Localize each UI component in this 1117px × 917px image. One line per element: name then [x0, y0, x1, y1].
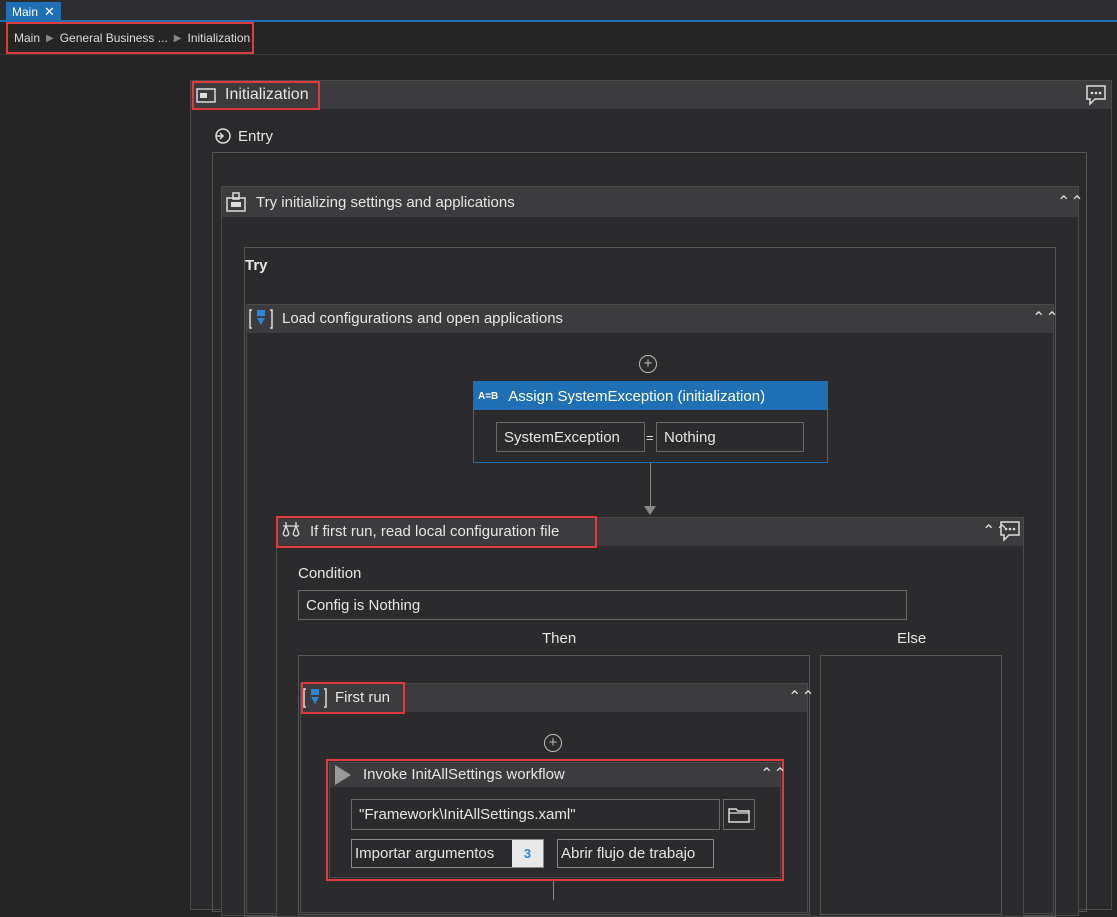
- assign-value-field[interactable]: Nothing: [656, 422, 804, 452]
- assign-value-text: Nothing: [664, 428, 716, 446]
- assign-to-field[interactable]: SystemException: [496, 422, 645, 452]
- condition-value: Config is Nothing: [306, 596, 421, 614]
- comment-icon[interactable]: [1085, 84, 1107, 106]
- connector-line: [553, 881, 554, 900]
- browse-button[interactable]: [723, 799, 755, 830]
- open-workflow-label: Abrir flujo de trabajo: [561, 845, 696, 862]
- arrow-down-icon: [644, 506, 656, 515]
- state-title[interactable]: Initialization: [225, 86, 309, 104]
- assign-icon: A=B: [478, 390, 499, 402]
- first-run-title[interactable]: First run: [335, 689, 390, 706]
- comment-icon[interactable]: [999, 520, 1021, 542]
- assign-header: A=B Assign SystemException (initializati…: [474, 382, 827, 410]
- add-activity-icon[interactable]: +: [544, 734, 562, 752]
- add-activity-icon[interactable]: +: [639, 355, 657, 373]
- collapse-icon[interactable]: ⌃⌃: [788, 687, 815, 707]
- try-label: Try: [245, 257, 268, 274]
- entry-icon: [215, 128, 231, 144]
- state-icon: [196, 88, 216, 103]
- breadcrumb: Main ▶ General Business ... ▶ Initializa…: [6, 22, 254, 54]
- folder-icon: [728, 807, 750, 823]
- else-branch[interactable]: [820, 655, 1002, 915]
- workflow-path-value: "Framework\InitAllSettings.xaml": [359, 806, 576, 823]
- sequence-title[interactable]: Load configurations and open application…: [282, 310, 563, 327]
- condition-input[interactable]: Config is Nothing: [298, 590, 907, 620]
- import-arguments-label: Importar argumentos: [355, 845, 495, 862]
- argument-count-badge: 3: [512, 840, 543, 867]
- sequence-icon: [303, 688, 327, 708]
- play-icon: [335, 765, 351, 785]
- then-label: Then: [542, 630, 577, 647]
- workflow-path-input[interactable]: "Framework\InitAllSettings.xaml": [351, 799, 720, 830]
- invoke-title[interactable]: Invoke InitAllSettings workflow: [363, 766, 565, 783]
- connector-line: [650, 463, 651, 508]
- entry-label: Entry: [238, 128, 274, 145]
- collapse-icon[interactable]: ⌃⌃: [1057, 192, 1084, 212]
- if-icon: [282, 522, 300, 537]
- tab-main-label: Main: [12, 5, 39, 19]
- divider: [0, 54, 1117, 55]
- breadcrumb-item-main[interactable]: Main: [14, 31, 40, 45]
- breadcrumb-item-general-business[interactable]: General Business ...: [60, 31, 168, 45]
- else-label: Else: [897, 630, 927, 647]
- document-tab-bar: [0, 0, 1117, 22]
- collapse-icon[interactable]: ⌃⌃: [1032, 308, 1059, 328]
- assign-to-value: SystemException: [504, 428, 620, 446]
- if-title[interactable]: If first run, read local configuration f…: [310, 523, 559, 540]
- state-header: [191, 81, 1111, 109]
- breadcrumb-item-initialization[interactable]: Initialization: [187, 31, 250, 45]
- sequence-icon: [249, 309, 273, 329]
- collapse-icon[interactable]: ⌃⌃: [760, 764, 787, 784]
- close-icon[interactable]: ✕: [44, 2, 55, 22]
- assign-equals: =: [646, 430, 654, 445]
- chevron-right-icon: ▶: [46, 32, 54, 44]
- try-catch-title[interactable]: Try initializing settings and applicatio…: [256, 194, 515, 211]
- try-catch-icon: [226, 192, 246, 212]
- tab-main[interactable]: Main ✕: [6, 2, 61, 22]
- assign-title[interactable]: Assign SystemException (initialization): [508, 388, 765, 405]
- import-arguments-button[interactable]: Importar argumentos 3: [351, 839, 544, 868]
- chevron-right-icon: ▶: [173, 32, 182, 44]
- open-workflow-button[interactable]: Abrir flujo de trabajo: [557, 839, 714, 868]
- condition-label: Condition: [298, 565, 362, 582]
